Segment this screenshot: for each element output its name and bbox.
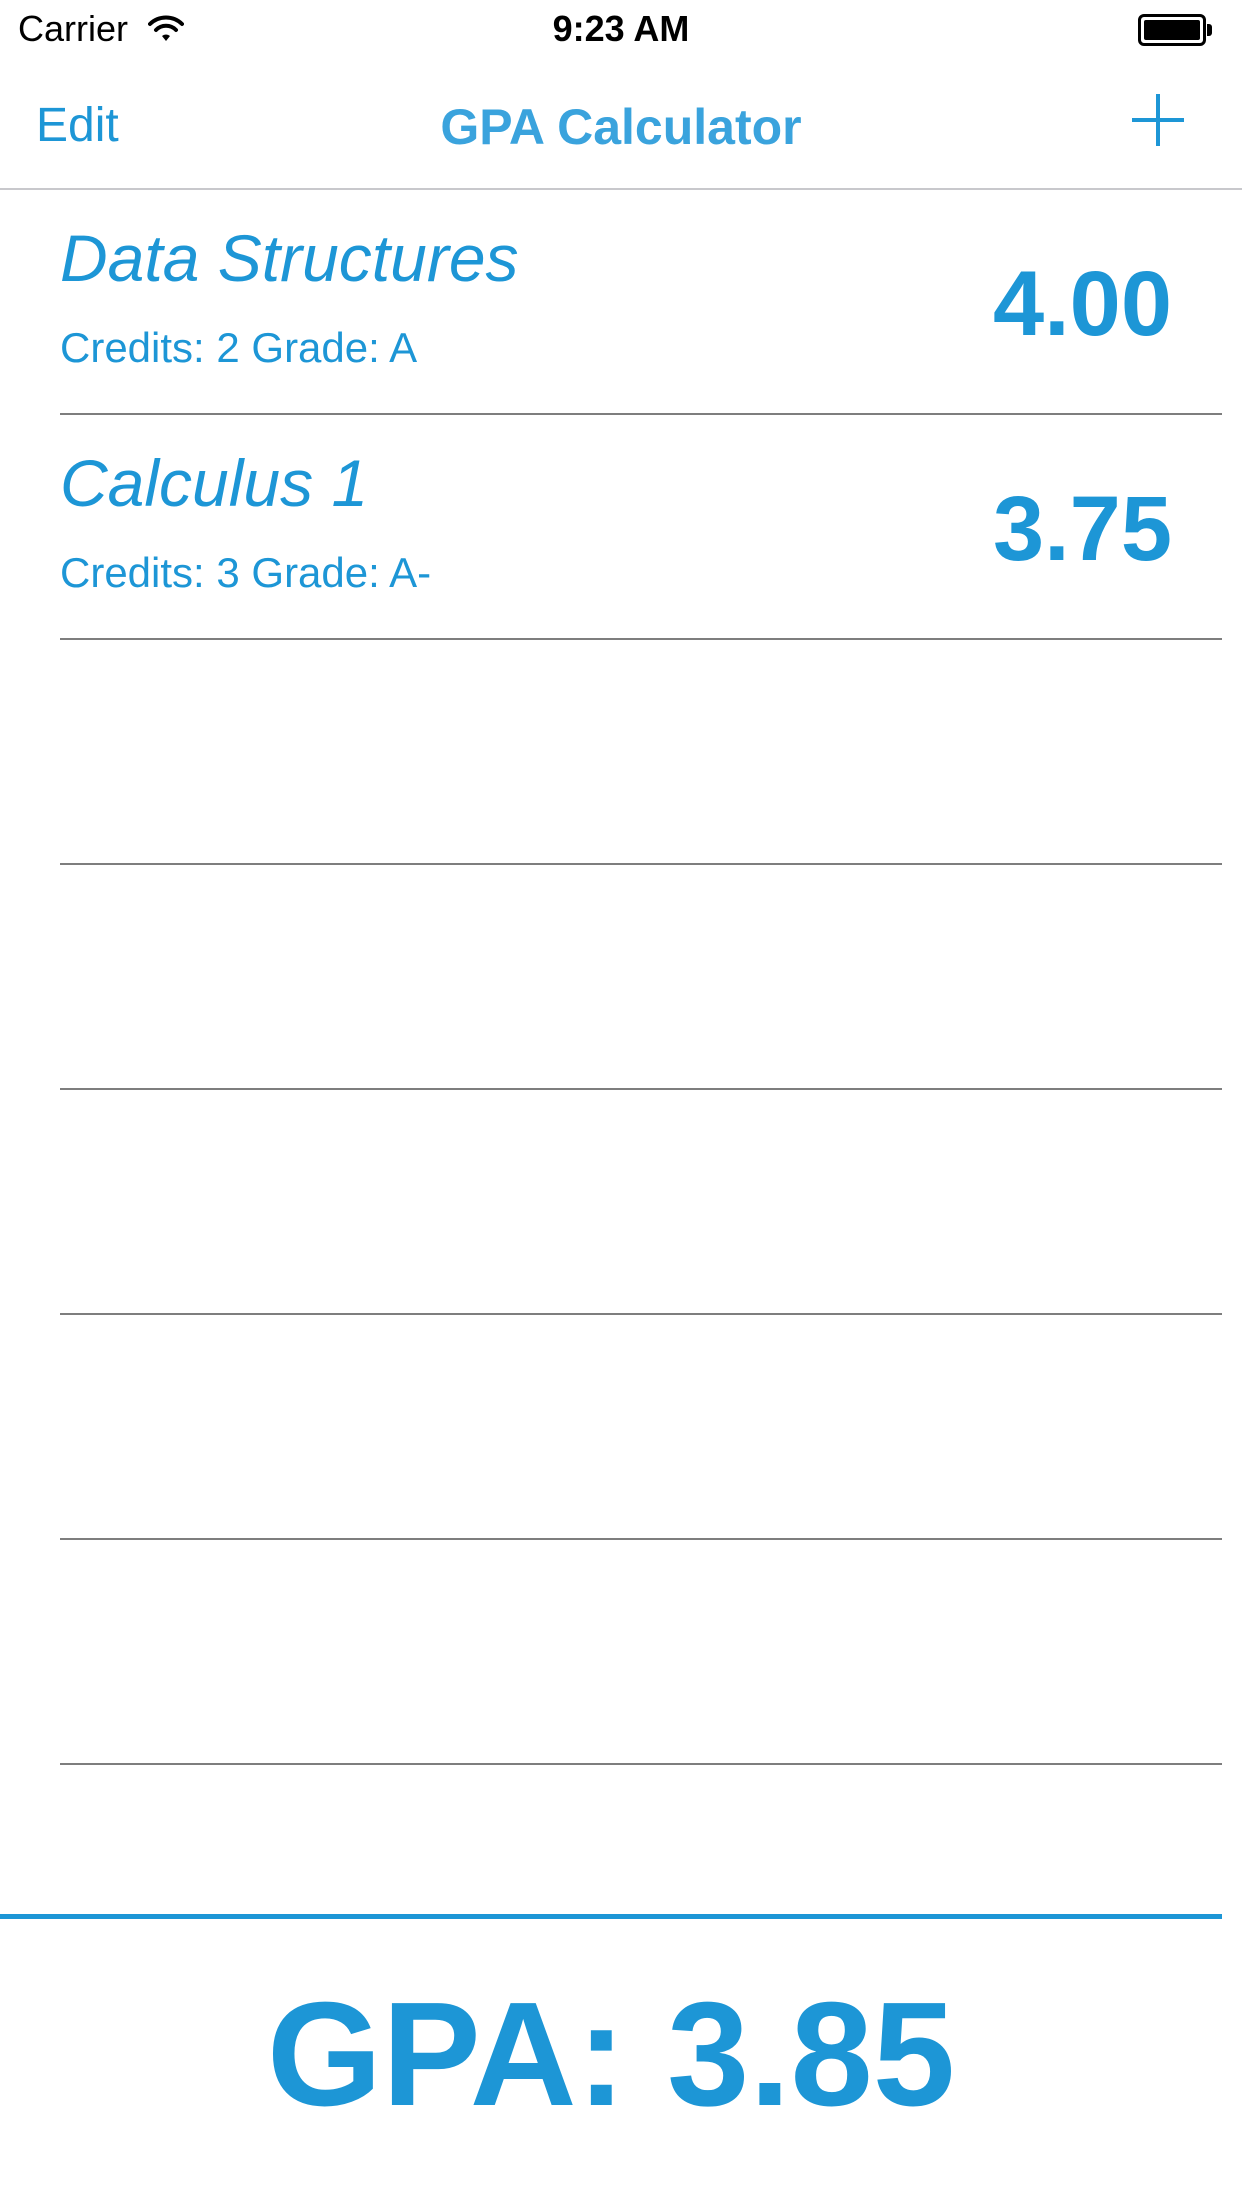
battery-icon [1138,14,1212,46]
status-time: 9:23 AM [552,8,690,49]
gpa-calculator-screen: Carrier 9:23 AM Edit GPA Calculator Data… [0,0,1242,2208]
course-name: Data Structures [60,221,519,295]
course-list: Data Structures Credits: 2 Grade: A 4.00… [0,190,1242,1765]
empty-row [60,1315,1222,1540]
empty-row [60,640,1222,865]
course-row[interactable]: Data Structures Credits: 2 Grade: A 4.00 [60,190,1222,415]
navigation-bar: Edit GPA Calculator [0,62,1242,190]
gpa-summary: GPA: 3.85 [266,1972,956,2137]
course-grade-points: 4.00 [992,253,1172,355]
course-name: Calculus 1 [60,446,369,520]
course-grade-points: 3.75 [992,478,1172,580]
course-detail: Credits: 2 Grade: A [60,324,418,371]
course-row[interactable]: Calculus 1 Credits: 3 Grade: A- 3.75 [60,415,1222,640]
status-bar: Carrier 9:23 AM [0,0,1242,62]
gpa-divider [0,1914,1222,1919]
empty-row [60,865,1222,1090]
empty-row [60,1540,1222,1765]
course-detail: Credits: 3 Grade: A- [60,549,432,596]
add-course-button[interactable] [1128,90,1188,150]
empty-row [60,1090,1222,1315]
page-title: GPA Calculator [440,99,802,155]
